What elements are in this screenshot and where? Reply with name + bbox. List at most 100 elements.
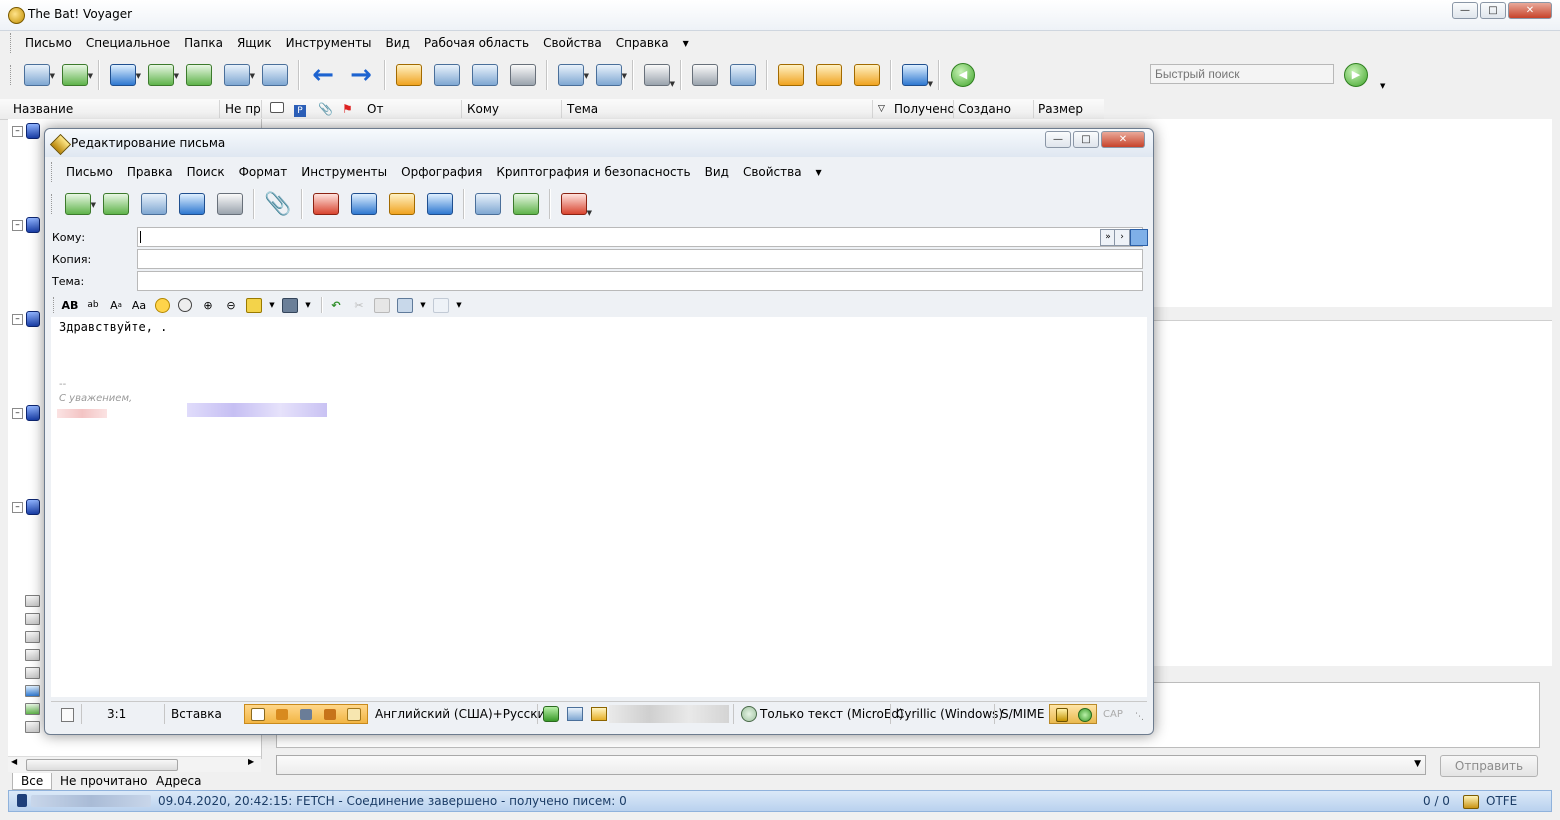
compose-minimize-button[interactable]: — [1045, 131, 1071, 148]
menu-folder[interactable]: Папка [177, 36, 230, 50]
receipt-icon[interactable] [591, 707, 607, 721]
folder-icon[interactable] [25, 649, 40, 661]
send-later-button[interactable] [135, 187, 173, 221]
envelope-status-icon[interactable] [567, 707, 583, 721]
menu-grip[interactable] [10, 33, 14, 53]
menu-grip[interactable] [51, 162, 55, 182]
compose-menu-crypto[interactable]: Криптография и безопасность [489, 165, 697, 179]
next-message-button[interactable]: → [342, 58, 380, 92]
scheduler-button[interactable] [724, 58, 762, 92]
tree-collapse-icon[interactable]: – [12, 126, 23, 137]
close-button[interactable]: ✕ [1508, 2, 1552, 19]
tree-collapse-icon[interactable]: – [12, 502, 23, 513]
zoom-in-icon[interactable]: ⊕ [199, 297, 217, 313]
sort-button[interactable] [686, 58, 724, 92]
select-recipient-icon[interactable]: › [1114, 229, 1130, 246]
menu-workspace[interactable]: Рабочая область [417, 36, 536, 50]
forward-button[interactable]: ▼ [218, 58, 256, 92]
move-button[interactable]: ▼ [552, 58, 590, 92]
copy-button[interactable]: ▼ [590, 58, 628, 92]
compose-menu-tools[interactable]: Инструменты [294, 165, 394, 179]
compose-menu-edit[interactable]: Правка [120, 165, 180, 179]
more-format-dropdown-icon[interactable]: ▼ [455, 297, 463, 313]
message-preview[interactable] [1150, 320, 1552, 666]
charset[interactable]: Cyrillic (Windows) [896, 707, 1003, 721]
find-address-button[interactable] [307, 187, 345, 221]
address-book-picker-icon[interactable] [1130, 229, 1148, 246]
capitalize-icon[interactable]: Aa [130, 297, 148, 313]
reply-button[interactable]: ▼ [142, 58, 180, 92]
uppercase-icon[interactable]: AB [61, 297, 79, 313]
mailbox-properties-button[interactable] [848, 58, 886, 92]
folder-icon[interactable] [25, 595, 40, 607]
column-flag-icon[interactable]: ⚑ [342, 100, 353, 118]
save-draft-button[interactable] [173, 187, 211, 221]
sign-button[interactable] [507, 187, 545, 221]
send-now-button[interactable]: ▼ [59, 187, 97, 221]
outbox-folder-icon[interactable] [25, 685, 40, 697]
minimize-button[interactable]: — [1452, 2, 1478, 19]
to-field[interactable]: » › [137, 227, 1148, 247]
find-replace-button[interactable] [383, 187, 421, 221]
send-button[interactable]: Отправить [1440, 755, 1538, 777]
attach-file-button[interactable]: 📎 [259, 187, 297, 221]
folder-icon[interactable] [25, 631, 40, 643]
lock-icon[interactable] [1056, 708, 1068, 722]
menu-letter[interactable]: Письмо [18, 36, 79, 50]
put-in-outbox-button[interactable] [97, 187, 135, 221]
menu-overflow-icon[interactable]: ▼ [676, 39, 696, 48]
security-mode[interactable]: S/MIME [1001, 707, 1045, 721]
column-status-icon[interactable] [270, 100, 284, 118]
menu-special[interactable]: Специальное [79, 36, 177, 50]
insert-mode[interactable]: Вставка [171, 707, 222, 721]
smiley-icon[interactable] [153, 297, 171, 313]
security-toggles[interactable] [1049, 704, 1097, 724]
paste-icon[interactable] [396, 297, 414, 313]
account-icon[interactable] [26, 499, 40, 515]
undo-icon[interactable]: ↶ [327, 297, 345, 313]
compose-print-button[interactable] [211, 187, 249, 221]
maximize-button[interactable]: □ [1480, 2, 1506, 19]
cc-field[interactable] [137, 249, 1143, 269]
cut-icon[interactable]: ✂ [350, 297, 368, 313]
preferences-button[interactable]: ▼ [896, 58, 934, 92]
text-mode-toggles[interactable] [244, 704, 368, 724]
column-name[interactable]: Название [13, 100, 73, 118]
delete-button[interactable]: ▼ [638, 58, 676, 92]
menu-mailbox[interactable]: Ящик [230, 36, 279, 50]
editor-mode[interactable]: Только текст (MicroEd) [760, 707, 904, 721]
toolbar-overflow-icon[interactable]: ▼ [1380, 82, 1385, 90]
change-case-icon[interactable]: Aa [107, 297, 125, 313]
address-book-button[interactable] [390, 58, 428, 92]
new-message-button[interactable]: ▼ [104, 58, 142, 92]
menu-tools[interactable]: Инструменты [279, 36, 379, 50]
compose-menu-search[interactable]: Поиск [180, 165, 232, 179]
column-received[interactable]: Получено [894, 100, 955, 118]
compose-menu-letter[interactable]: Письмо [59, 165, 120, 179]
priority-icon[interactable] [741, 706, 757, 722]
wrap-icon[interactable] [176, 297, 194, 313]
compose-maximize-button[interactable]: □ [1073, 131, 1099, 148]
account-icon[interactable] [26, 311, 40, 327]
green-square-icon[interactable] [543, 706, 559, 722]
find-next-button[interactable] [421, 187, 459, 221]
compose-menu-overflow-icon[interactable]: ▼ [809, 168, 829, 177]
spell-language[interactable]: Английский (США)+Русский [375, 707, 553, 721]
account-icon[interactable] [26, 123, 40, 139]
reply-all-button[interactable] [180, 58, 218, 92]
paste-dropdown-icon[interactable]: ▼ [419, 297, 427, 313]
reformat-icon[interactable] [323, 708, 336, 720]
get-mail-button[interactable]: ▼ [18, 58, 56, 92]
check-circle-icon[interactable] [1078, 708, 1092, 722]
column-from[interactable]: От [367, 100, 383, 118]
discard-button[interactable]: ▼ [555, 187, 593, 221]
previous-message-button[interactable]: ← [304, 58, 342, 92]
spellcheck-icon[interactable] [347, 707, 362, 721]
quick-template-icon[interactable] [281, 297, 299, 313]
column-subject[interactable]: Тема [567, 100, 598, 118]
menu-help[interactable]: Справка [609, 36, 676, 50]
tab-unread[interactable]: Не прочитано [52, 773, 155, 789]
column-priority-icon[interactable]: P [294, 100, 306, 118]
lowercase-icon[interactable]: ab [84, 297, 102, 313]
tree-horizontal-scrollbar[interactable]: ◀ ▶ [8, 756, 261, 772]
